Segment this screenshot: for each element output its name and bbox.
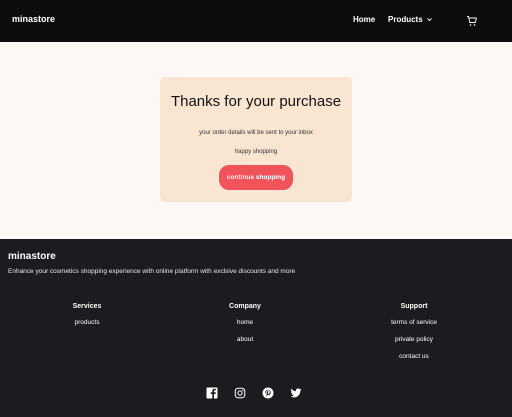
navbar: minastore Home Products	[0, 0, 512, 42]
twitter-icon[interactable]	[290, 387, 302, 399]
footer-column-services: Services products	[37, 303, 137, 336]
footer-column-company: Company home about	[195, 303, 295, 353]
purchase-confirmation-card: Thanks for your purchase your order deta…	[160, 77, 352, 202]
nav-home-link[interactable]: Home	[353, 15, 375, 24]
footer-link-privacy[interactable]: private policy	[364, 336, 464, 343]
footer-brand: minastore	[8, 251, 56, 262]
footer-link-home[interactable]: home	[195, 319, 295, 326]
confirmation-subtext: happy shopping	[234, 149, 278, 155]
confirmation-message: your order details will be sent to your …	[199, 130, 313, 136]
brand-logo[interactable]: minastore	[12, 14, 55, 24]
nav-products-dropdown[interactable]: Products	[388, 15, 433, 24]
continue-shopping-button[interactable]: continue shopping	[219, 165, 293, 190]
services-heading: Services	[72, 303, 102, 310]
footer-column-support: Support terms of service private policy …	[364, 303, 464, 370]
instagram-icon[interactable]	[234, 387, 246, 399]
footer-link-terms[interactable]: terms of service	[364, 319, 464, 326]
chevron-down-icon	[426, 18, 432, 22]
facebook-icon[interactable]	[206, 387, 218, 399]
confirmation-title: Thanks for your purchase	[170, 93, 342, 110]
footer-link-about[interactable]: about	[195, 336, 295, 343]
footer-tagline: Enhance your cosmetics shopping experien…	[8, 268, 296, 275]
cart-icon[interactable]	[466, 15, 478, 27]
nav-products-label: Products	[388, 15, 423, 24]
pinterest-icon[interactable]	[262, 387, 274, 399]
company-heading: Company	[229, 303, 261, 310]
footer-link-contact[interactable]: contact us	[364, 353, 464, 360]
support-heading: Support	[400, 303, 428, 310]
social-links	[206, 387, 302, 399]
footer: minastore Enhance your cosmetics shoppin…	[0, 239, 512, 417]
footer-link-products[interactable]: products	[37, 319, 137, 326]
